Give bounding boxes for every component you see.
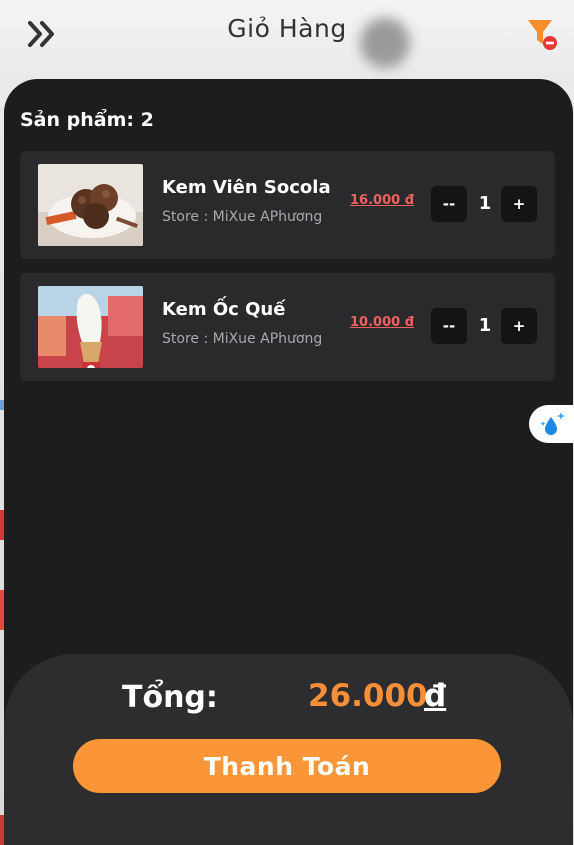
soft-serve-cone-image (38, 286, 143, 368)
item-store: Store : MiXue APhương (162, 331, 323, 347)
total-currency: đ (424, 678, 447, 714)
quantity-value: 1 (478, 193, 492, 214)
decrease-quantity-button[interactable]: -- (431, 308, 467, 344)
filter-remove-icon (528, 20, 557, 50)
item-name: Kem Viên Socola (162, 177, 331, 198)
quantity-value: 1 (478, 315, 492, 336)
cart-item: Kem Viên Socola Store : MiXue APhương 16… (20, 151, 555, 259)
cart-header: Giỏ Hàng (0, 0, 574, 70)
floating-assistant-button[interactable] (529, 405, 574, 443)
total-label: Tổng: (122, 680, 218, 715)
chocolate-ice-cream-scoops-image (38, 164, 143, 246)
increase-quantity-button[interactable]: + (501, 308, 537, 344)
increase-quantity-button[interactable]: + (501, 186, 537, 222)
water-drop-sparkle-icon (539, 412, 565, 435)
total-value: 26.000 (308, 678, 428, 714)
decrease-quantity-button[interactable]: -- (431, 186, 467, 222)
item-store: Store : MiXue APhương (162, 209, 323, 225)
item-name: Kem Ốc Quế (162, 299, 286, 320)
cart-item: Kem Ốc Quế Store : MiXue APhương 10.000 … (20, 273, 555, 381)
checkout-button[interactable]: Thanh Toán (73, 739, 501, 793)
item-price: 16.000 đ (350, 193, 414, 208)
product-count: Sản phẩm: 2 (20, 109, 154, 131)
page-title: Giỏ Hàng (227, 14, 347, 43)
filter-button[interactable] (524, 16, 562, 54)
checkout-footer: Tổng: 26.000 đ Thanh Toán (4, 654, 573, 845)
item-price: 10.000 đ (350, 315, 414, 330)
